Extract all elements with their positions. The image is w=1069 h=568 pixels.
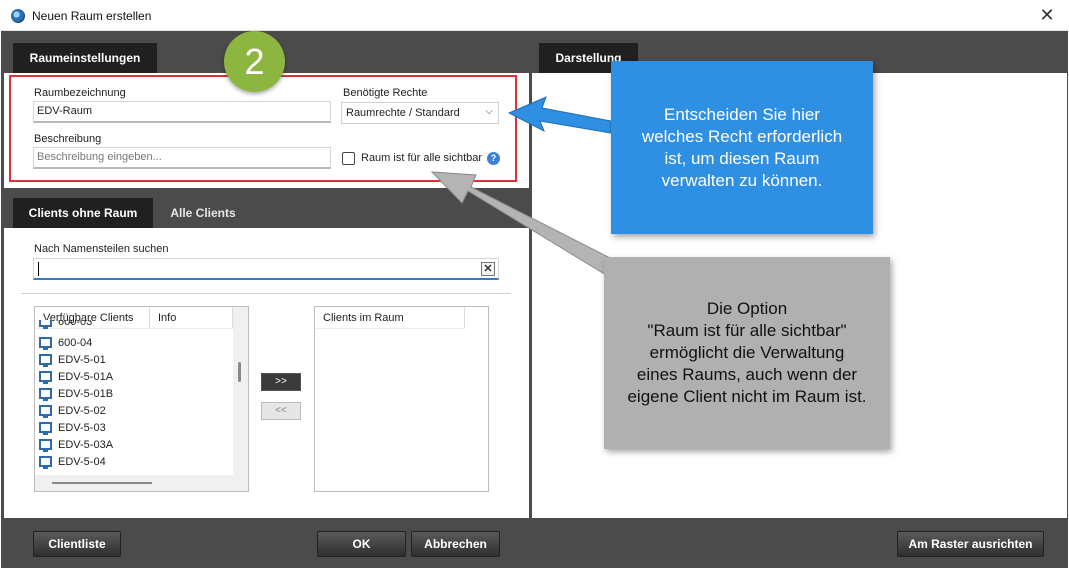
search-label: Nach Namensteilen suchen (34, 243, 169, 255)
text-caret (38, 262, 39, 276)
computer-icon (39, 320, 52, 329)
clear-icon[interactable]: ✕ (481, 262, 495, 276)
callout-rights: Entscheiden Sie hier welches Recht erfor… (611, 61, 873, 234)
tab-room-settings[interactable]: Raumeinstellungen (13, 43, 157, 73)
column-header-info[interactable]: Info (150, 307, 233, 329)
computer-icon (39, 354, 52, 367)
computer-icon (39, 439, 52, 452)
vertical-scrollbar-thumb[interactable] (238, 362, 241, 382)
close-button[interactable]: ✕ (1035, 4, 1059, 26)
computer-icon (39, 456, 52, 469)
tab-all-clients[interactable]: Alle Clients (157, 198, 249, 228)
callout-visibility-line: "Raum ist für alle sichtbar" (647, 321, 847, 340)
app-icon (11, 9, 25, 23)
callout-visibility-line: eigene Client nicht im Raum ist. (627, 387, 867, 406)
computer-icon (39, 405, 52, 418)
vertical-scrollbar[interactable] (233, 307, 248, 491)
room-clients-list[interactable]: Clients im Raum (314, 306, 489, 492)
title-bar: Neuen Raum erstellen ✕ (0, 0, 1069, 31)
list-item[interactable]: EDV-5-01 (39, 352, 106, 369)
horizontal-scrollbar-thumb[interactable] (52, 482, 152, 484)
list-item[interactable]: EDV-5-01A (39, 369, 113, 386)
align-grid-button[interactable]: Am Raster ausrichten (897, 531, 1044, 557)
divider (21, 293, 511, 294)
list-item[interactable]: EDV-5-03 (39, 420, 106, 437)
list-item[interactable]: EDV-5-01B (39, 386, 113, 403)
callout-visibility-line: eines Raums, auch wenn der (636, 365, 858, 384)
computer-icon (39, 337, 52, 350)
list-item[interactable]: 600-03 (39, 320, 92, 330)
step-badge: 2 (224, 31, 285, 92)
ok-button[interactable]: OK (317, 531, 406, 557)
callout-visibility-line: Die Option (706, 299, 788, 318)
column-header-room-clients[interactable]: Clients im Raum (315, 307, 465, 329)
tab-clients-without-room[interactable]: Clients ohne Raum (13, 198, 153, 228)
cancel-button[interactable]: Abbrechen (411, 531, 500, 557)
computer-icon (39, 422, 52, 435)
list-item[interactable]: EDV-5-03A (39, 437, 113, 454)
callout-visibility: Die Option "Raum ist für alle sichtbar" … (604, 257, 890, 449)
move-right-button[interactable]: >> (261, 373, 301, 391)
list-item[interactable]: 600-04 (39, 335, 92, 352)
list-item[interactable]: EDV-5-02 (39, 403, 106, 420)
callout-rights-line: welches Recht erforderlich (641, 126, 843, 146)
window-title: Neuen Raum erstellen (32, 9, 152, 23)
search-input[interactable]: ✕ (33, 258, 499, 280)
highlight-box (9, 75, 517, 182)
callout-rights-line: ist, um diesen Raum (664, 148, 820, 168)
callout-rights-line: Entscheiden Sie hier (664, 104, 820, 124)
client-list-button[interactable]: Clientliste (33, 531, 121, 557)
computer-icon (39, 388, 52, 401)
callout-visibility-line: ermöglicht die Verwaltung (649, 343, 845, 362)
callout-rights-line: verwalten zu können. (661, 170, 823, 190)
list-item[interactable]: EDV-5-04 (39, 454, 106, 471)
computer-icon (39, 371, 52, 384)
move-left-button[interactable]: << (261, 402, 301, 420)
available-clients-list[interactable]: Verfügbare Clients Info 600-03 600-04 ED… (34, 306, 249, 492)
